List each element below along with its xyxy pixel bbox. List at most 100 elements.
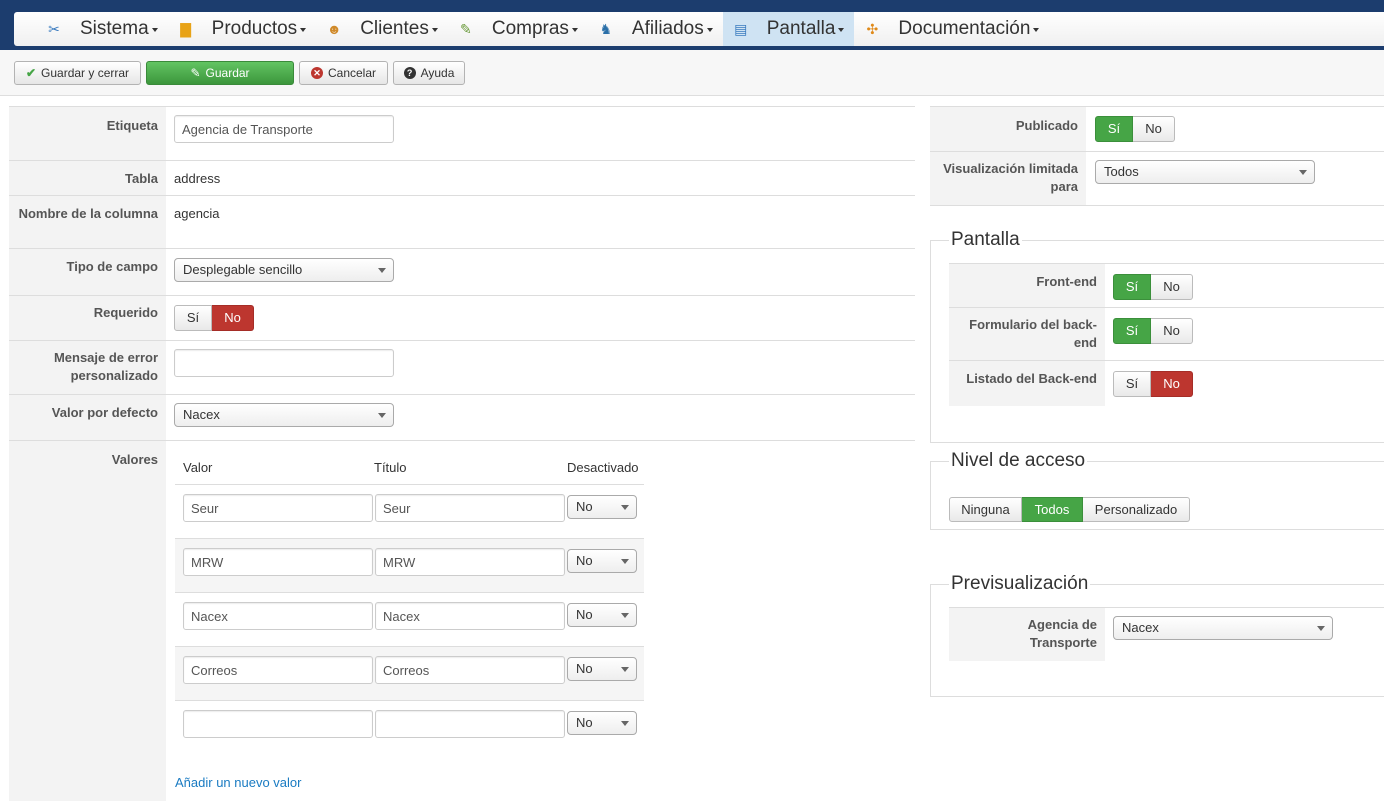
mensaje-input[interactable] bbox=[174, 349, 394, 377]
desactivado-select[interactable]: No bbox=[567, 711, 637, 735]
menu-afiliados[interactable]: ♞ Afiliados bbox=[588, 12, 723, 46]
menu-productos[interactable]: ▇ Productos bbox=[168, 12, 317, 46]
valor-input[interactable] bbox=[183, 494, 373, 522]
defecto-control: Nacex bbox=[166, 395, 915, 440]
backform-no[interactable]: No bbox=[1151, 318, 1193, 344]
valor-input[interactable] bbox=[183, 548, 373, 576]
access-ninguna[interactable]: Ninguna bbox=[949, 497, 1022, 522]
titulo-input[interactable] bbox=[375, 494, 565, 522]
titulo-input[interactable] bbox=[375, 602, 565, 630]
receipt-icon: ✎ bbox=[459, 21, 472, 37]
row-backform: Formulario del back-end Sí No bbox=[949, 308, 1384, 361]
requerido-yes[interactable]: Sí bbox=[174, 305, 212, 331]
menu-documentacion[interactable]: ✣ Documentación bbox=[854, 12, 1049, 46]
caret-down-icon bbox=[1033, 28, 1040, 32]
values-table-header: Valor Título Desactivado bbox=[175, 451, 644, 485]
columna-value: agencia bbox=[174, 206, 220, 221]
titulo-input[interactable] bbox=[375, 656, 565, 684]
menu-label: Afiliados bbox=[631, 18, 704, 39]
table-row: No bbox=[175, 539, 644, 593]
etiqueta-input[interactable] bbox=[174, 115, 394, 143]
row-mensaje: Mensaje de error personalizado bbox=[9, 341, 915, 395]
access-level-panel: Nivel de acceso Ninguna Todos Personaliz… bbox=[930, 450, 1384, 530]
desactivado-selected: No bbox=[576, 499, 593, 514]
defecto-label: Valor por defecto bbox=[9, 395, 166, 440]
backform-yes[interactable]: Sí bbox=[1113, 318, 1151, 344]
backlist-yes[interactable]: Sí bbox=[1113, 371, 1151, 397]
backlist-toggle: Sí No bbox=[1113, 371, 1193, 397]
columna-label: Nombre de la columna bbox=[9, 196, 166, 248]
caret-down-icon bbox=[151, 28, 158, 32]
desactivado-select[interactable]: No bbox=[567, 549, 637, 573]
publicado-control: Sí No bbox=[1086, 107, 1384, 151]
box-icon: ▇ bbox=[180, 21, 192, 37]
add-value-link[interactable]: Añadir un nuevo valor bbox=[175, 775, 301, 790]
valor-input[interactable] bbox=[183, 710, 373, 738]
defecto-selected: Nacex bbox=[183, 407, 220, 422]
valor-input[interactable] bbox=[183, 602, 373, 630]
table-row: No bbox=[175, 485, 644, 539]
tipo-select[interactable]: Desplegable sencillo bbox=[174, 258, 394, 282]
titulo-input[interactable] bbox=[375, 710, 565, 738]
publicado-no[interactable]: No bbox=[1133, 116, 1175, 142]
frontend-no[interactable]: No bbox=[1151, 274, 1193, 300]
valores-control: Valor Título Desactivado No No bbox=[166, 441, 915, 801]
valores-label: Valores bbox=[9, 441, 166, 801]
publicado-yes[interactable]: Sí bbox=[1095, 116, 1133, 142]
menu-clientes[interactable]: ☻ Clientes bbox=[316, 12, 448, 46]
desactivado-select[interactable]: No bbox=[567, 657, 637, 681]
backlist-no[interactable]: No bbox=[1151, 371, 1193, 397]
visualizacion-select[interactable]: Todos bbox=[1095, 160, 1315, 184]
access-level-group: Ninguna Todos Personalizado bbox=[949, 497, 1190, 522]
cancel-button[interactable]: ✕ Cancelar bbox=[299, 61, 388, 85]
affiliate-icon: ♞ bbox=[599, 21, 613, 37]
menu-pantalla[interactable]: ▤ Pantalla bbox=[722, 12, 855, 46]
access-personalizado[interactable]: Personalizado bbox=[1083, 497, 1190, 522]
cancel-icon: ✕ bbox=[310, 67, 323, 79]
tabla-label: Tabla bbox=[9, 161, 166, 195]
desactivado-select[interactable]: No bbox=[567, 603, 637, 627]
menu-label: Documentación bbox=[898, 18, 1031, 39]
desactivado-select[interactable]: No bbox=[567, 495, 637, 519]
chevron-down-icon bbox=[378, 413, 386, 418]
row-etiqueta: Etiqueta bbox=[9, 107, 915, 161]
caret-down-icon bbox=[838, 28, 845, 32]
preview-select[interactable]: Nacex bbox=[1113, 616, 1333, 640]
visualizacion-selected: Todos bbox=[1104, 164, 1139, 179]
defecto-select[interactable]: Nacex bbox=[174, 403, 394, 427]
preview-label: Agencia de Transporte bbox=[949, 608, 1105, 661]
check-icon: ✔ bbox=[25, 66, 37, 80]
preview-legend: Previsualización bbox=[951, 573, 1089, 594]
row-visualizacion: Visualización limitada para Todos bbox=[930, 152, 1384, 206]
backform-toggle: Sí No bbox=[1113, 318, 1193, 344]
main-menu: ✂ Sistema ▇ Productos ☻ Clientes ✎ Compr… bbox=[14, 12, 1384, 46]
preview-selected: Nacex bbox=[1122, 620, 1159, 635]
header-titulo: Título bbox=[374, 460, 407, 475]
caret-down-icon bbox=[706, 28, 713, 32]
mensaje-label: Mensaje de error personalizado bbox=[9, 341, 166, 394]
publicado-label: Publicado bbox=[930, 107, 1086, 151]
edit-icon: ✎ bbox=[190, 66, 201, 80]
access-todos[interactable]: Todos bbox=[1022, 497, 1083, 522]
help-button[interactable]: ? Ayuda bbox=[393, 61, 465, 85]
values-table: Valor Título Desactivado No No bbox=[175, 451, 644, 755]
table-row: No bbox=[175, 701, 644, 755]
row-publicado: Publicado Sí No bbox=[930, 107, 1384, 152]
frontend-control: Sí No bbox=[1105, 264, 1384, 307]
menu-label: Pantalla bbox=[766, 18, 836, 39]
desactivado-selected: No bbox=[576, 607, 593, 622]
preview-control: Nacex bbox=[1105, 608, 1384, 661]
tools-icon: ✂ bbox=[48, 21, 60, 37]
titulo-input[interactable] bbox=[375, 548, 565, 576]
frontend-yes[interactable]: Sí bbox=[1113, 274, 1151, 300]
tabla-control: address bbox=[166, 161, 915, 195]
top-header: ✂ Sistema ▇ Productos ☻ Clientes ✎ Compr… bbox=[0, 0, 1384, 50]
row-requerido: Requerido Sí No bbox=[9, 296, 915, 341]
save-button[interactable]: ✎ Guardar bbox=[146, 61, 294, 85]
menu-compras[interactable]: ✎ Compras bbox=[448, 12, 588, 46]
requerido-no[interactable]: No bbox=[212, 305, 254, 331]
preview-panel: Previsualización Agencia de Transporte N… bbox=[930, 573, 1384, 697]
valor-input[interactable] bbox=[183, 656, 373, 684]
save-close-button[interactable]: ✔ Guardar y cerrar bbox=[14, 61, 141, 85]
menu-sistema[interactable]: ✂ Sistema bbox=[36, 12, 168, 46]
